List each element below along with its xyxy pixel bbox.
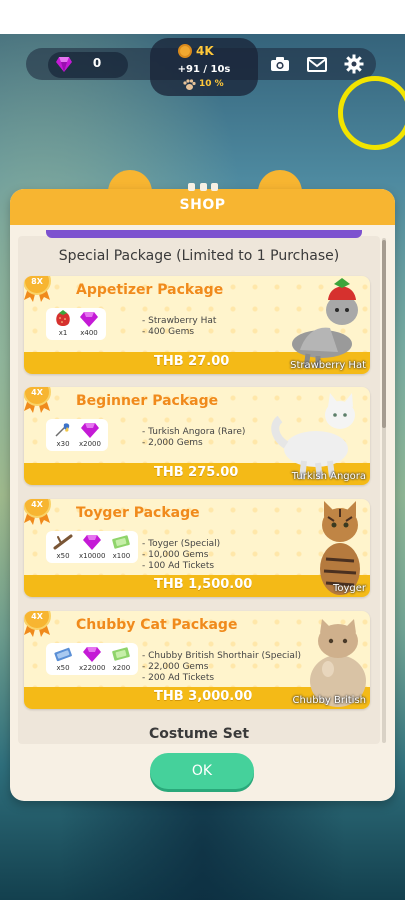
- package-items: x50 x10000 x100: [46, 531, 139, 563]
- settings-button[interactable]: [340, 51, 368, 77]
- status-bar: [0, 0, 405, 34]
- scrollbar-thumb[interactable]: [382, 240, 386, 428]
- coin-count: 4K: [196, 44, 214, 58]
- paw-icon: [183, 79, 196, 90]
- income-rate: +91 / 10s: [177, 64, 231, 75]
- package-item: x1: [53, 310, 73, 337]
- section-title: Special Package (Limited to 1 Purchase): [58, 248, 340, 264]
- ticket-icon: [54, 647, 72, 662]
- gem-icon: [56, 57, 72, 72]
- package-name: Chubby Cat Package: [76, 617, 238, 633]
- package-item: x10000: [79, 533, 105, 560]
- previous-item-edge: [46, 230, 362, 238]
- gem-count: 0: [92, 56, 102, 70]
- stick-icon: [53, 534, 73, 550]
- package-name: Beginner Package: [76, 393, 219, 409]
- multiplier-badge: 4X: [24, 387, 54, 415]
- multiplier-badge: 4X: [24, 499, 54, 527]
- package-items: x30 x2000: [46, 419, 108, 451]
- cat-name-label: Strawberry Hat: [290, 360, 366, 371]
- package-item: x22000: [79, 645, 105, 672]
- package-item: x50: [53, 645, 73, 672]
- gem-icon: [83, 647, 102, 662]
- tutorial-highlight-ring: [338, 76, 405, 150]
- panel-handle: [188, 183, 218, 191]
- package-name: Appetizer Package: [76, 282, 224, 298]
- costume-set-title: Costume Set: [148, 726, 250, 742]
- package-card-toyger[interactable]: Toyger Package x50 x10000 x100 - Toyger …: [24, 499, 370, 597]
- camera-icon: [271, 57, 289, 71]
- package-item: x400: [79, 310, 99, 337]
- shop-title: SHOP: [179, 197, 226, 213]
- coin-icon: [178, 44, 192, 58]
- gem-icon: [80, 312, 98, 327]
- price: THB 27.00: [154, 354, 230, 369]
- gem-icon: [83, 535, 102, 550]
- gear-icon: [344, 54, 364, 74]
- package-card-appetizer[interactable]: Appetizer Package x1 x400 - Strawberry H…: [24, 276, 370, 374]
- multiplier-badge: 4X: [24, 611, 54, 639]
- gem-icon: [80, 423, 99, 438]
- mail-icon: [307, 56, 327, 72]
- package-card-chubby-cat[interactable]: Chubby Cat Package x50 x22000 x200 - Chu…: [24, 611, 370, 709]
- price: THB 3,000.00: [154, 689, 253, 704]
- package-items: x1 x400: [46, 308, 106, 340]
- package-description: - Strawberry Hat - 400 Gems: [142, 316, 217, 337]
- package-item: x30: [53, 421, 73, 448]
- ad-ticket-icon: [112, 535, 131, 549]
- cat-toy-icon: [55, 423, 70, 437]
- package-description: - Toyger (Special) - 10,000 Gems - 100 A…: [142, 539, 221, 571]
- cat-name-label: Turkish Angora: [291, 471, 366, 482]
- strawberry-hat-icon: [56, 310, 70, 326]
- package-items: x50 x22000 x200: [46, 643, 139, 675]
- multiplier-badge: 8X: [24, 276, 54, 304]
- package-card-beginner[interactable]: Beginner Package x30 x2000 - Turkish Ang…: [24, 387, 370, 485]
- camera-button[interactable]: [266, 51, 294, 77]
- package-description: - Turkish Angora (Rare) - 2,000 Gems: [142, 427, 246, 448]
- price: THB 275.00: [154, 465, 239, 480]
- ad-ticket-icon: [112, 647, 131, 661]
- package-item: x50: [53, 533, 73, 560]
- cat-name-label: Chubby British: [292, 695, 366, 706]
- package-item: x2000: [79, 421, 101, 448]
- bonus-percent: 10 %: [199, 79, 224, 89]
- cat-name-label: Toyger: [332, 583, 366, 594]
- package-name: Toyger Package: [76, 505, 200, 521]
- package-item: x100: [111, 533, 131, 560]
- mail-button[interactable]: [303, 51, 331, 77]
- price: THB 1,500.00: [154, 577, 253, 592]
- ok-button[interactable]: OK: [150, 753, 254, 789]
- package-item: x200: [111, 645, 131, 672]
